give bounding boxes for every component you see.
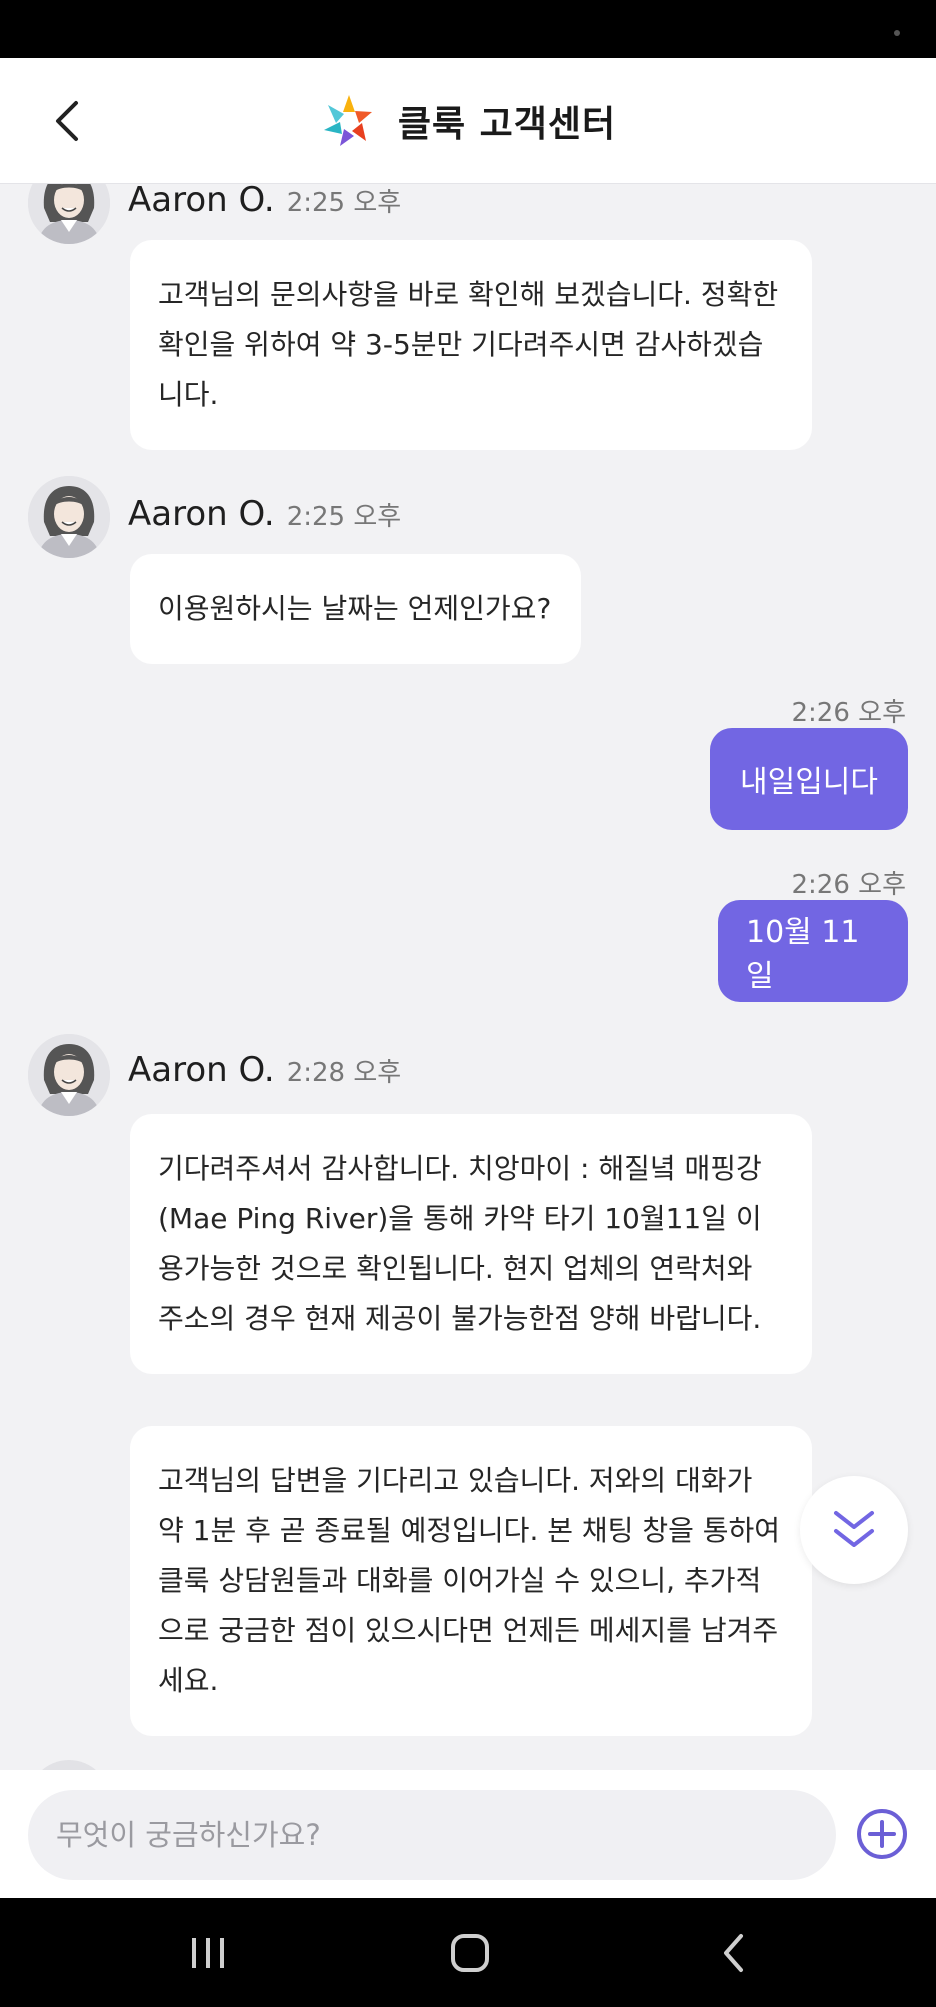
- outgoing-message: 내일입니다: [710, 728, 908, 830]
- agent-avatar: [28, 476, 110, 558]
- klook-logo-icon: [323, 95, 372, 146]
- home-icon: [451, 1934, 489, 1972]
- incoming-message: 기다려주셔서 감사합니다. 치앙마이 : 해질녘 매핑강(Mae Ping Ri…: [130, 1114, 812, 1374]
- header-title-group: 클룩 고객센터: [0, 58, 936, 184]
- double-chevron-down-icon: [834, 1511, 874, 1547]
- system-navigation-bar: [0, 1898, 936, 2007]
- nav-back-button[interactable]: [704, 1928, 764, 1978]
- message-input[interactable]: [28, 1790, 836, 1880]
- incoming-message: 고객님의 문의사항을 바로 확인해 보겠습니다. 정확한 확인을 위하여 약 3…: [130, 240, 812, 450]
- agent-avatar: [28, 1034, 110, 1116]
- message-time: 2:28 오후: [286, 1058, 402, 1088]
- message-composer: [0, 1770, 936, 1898]
- scroll-to-bottom-button[interactable]: [800, 1476, 908, 1584]
- outgoing-message: 10월 11일: [718, 900, 908, 1002]
- agent-avatar-icon: [28, 1034, 110, 1116]
- incoming-message: 고객님의 답변을 기다리고 있습니다. 저와의 대화가 약 1분 후 곧 종료될…: [130, 1426, 812, 1736]
- message-time: 2:26 오후: [791, 698, 907, 728]
- message-meta: Aaron O. 2:25 오후: [128, 184, 401, 220]
- agent-avatar: [28, 184, 110, 244]
- recents-button[interactable]: [178, 1928, 238, 1978]
- agent-avatar: [28, 1760, 110, 1770]
- sender-name: Aaron O.: [128, 494, 275, 534]
- status-bar: [0, 0, 936, 58]
- add-attachment-button[interactable]: [856, 1808, 908, 1860]
- agent-avatar-icon: [28, 476, 110, 558]
- sender-name: Aaron O.: [128, 1050, 275, 1090]
- back-icon: [724, 1934, 743, 1972]
- message-time: 2:26 오후: [791, 870, 907, 900]
- message-meta: Aaron O. 2:25 오후: [128, 494, 401, 534]
- message-meta: Aaron O. 2:28 오후: [128, 1050, 401, 1090]
- home-button[interactable]: [440, 1928, 500, 1978]
- page-title: 클룩 고객센터: [397, 104, 617, 145]
- status-indicator-icon: [894, 30, 900, 36]
- agent-avatar-icon: [28, 184, 110, 244]
- incoming-message: 이용원하시는 날짜는 언제인가요?: [130, 554, 582, 664]
- plus-circle-icon: [857, 1809, 907, 1859]
- message-time: 2:25 오후: [286, 502, 402, 532]
- chat-header: 클룩 고객센터: [0, 58, 936, 184]
- chat-messages[interactable]: Aaron O. 2:25 오후 고객님의 문의사항을 바로 확인해 보겠습니다…: [0, 184, 936, 1770]
- recents-icon: [192, 1938, 224, 1968]
- message-time: 2:25 오후: [286, 188, 402, 218]
- sender-name: Aaron O.: [128, 184, 275, 220]
